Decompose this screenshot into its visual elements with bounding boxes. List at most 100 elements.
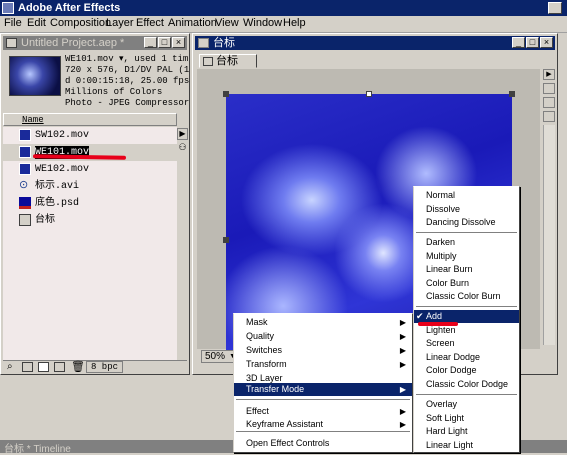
composition-titlebar[interactable]: 台标 _ □ × <box>195 36 555 50</box>
menu-help[interactable]: Help <box>283 17 306 29</box>
composition-icon <box>19 214 31 226</box>
transfer-mode-classic-color-burn[interactable]: Classic Color Burn <box>414 290 519 303</box>
context-menu-label: 3D Layer <box>246 373 283 383</box>
submenu-arrow-icon: ▶ <box>399 318 406 327</box>
app-titlebar: Adobe After Effects <box>0 0 567 16</box>
transfer-mode-label: Classic Color Burn <box>426 291 501 301</box>
new-composition-icon[interactable] <box>38 362 49 372</box>
transfer-mode-label: Normal <box>426 190 456 200</box>
vertical-scrollbar[interactable] <box>543 125 555 345</box>
menu-edit[interactable]: Edit <box>27 17 46 29</box>
transfer-mode-linear-burn[interactable]: Linear Burn <box>414 263 519 276</box>
submenu-arrow-icon: ▶ <box>399 385 406 394</box>
submenu-arrow-icon: ▶ <box>399 346 406 355</box>
context-menu-item-transfer-mode[interactable]: Transfer Mode ▶ <box>234 383 412 396</box>
file-name: 台标 <box>35 215 55 226</box>
layer-handle-tr[interactable] <box>509 91 515 97</box>
interpret-footage-icon[interactable] <box>54 362 65 372</box>
context-menu-label: Keyframe Assistant <box>246 419 324 429</box>
zoom-value: 50% <box>205 351 226 362</box>
composition-tab-label: 台标 <box>216 55 238 67</box>
menu-effect[interactable]: Effect <box>136 17 164 29</box>
transfer-mode-linear-light[interactable]: Linear Light <box>414 439 519 452</box>
menu-animation[interactable]: Animation <box>168 17 217 29</box>
menu-composition[interactable]: Composition <box>50 17 111 29</box>
file-list-item[interactable]: ⊙ 标示.avi <box>3 178 177 195</box>
column-header[interactable]: Name <box>3 113 177 126</box>
layer-handle-tl[interactable] <box>223 91 229 97</box>
transfer-mode-label: Lighten <box>426 324 456 335</box>
minimize-button[interactable] <box>548 2 562 14</box>
annotation-underline-add <box>418 322 458 326</box>
transfer-mode-hard-light[interactable]: Hard Light <box>414 425 519 438</box>
transfer-mode-label: Dancing Dissolve <box>426 217 496 227</box>
viewer-side-toolbar: ▶ <box>543 69 556 349</box>
project-maximize-button[interactable]: □ <box>158 37 171 48</box>
transfer-mode-multiply[interactable]: Multiply <box>414 250 519 263</box>
context-menu-label: Open Effect Controls <box>246 438 330 448</box>
transfer-mode-dissolve[interactable]: Dissolve <box>414 203 519 216</box>
comp-settings-icon[interactable] <box>543 83 555 94</box>
composition-icon <box>198 38 209 48</box>
comp-maximize-button[interactable]: □ <box>526 37 539 48</box>
submenu-arrow-icon: ▶ <box>399 407 406 416</box>
context-menu-item-switches[interactable]: Switches ▶ <box>234 344 412 357</box>
footage-info: WE101.mov ▾, used 1 time 720 x 576, D1/DV… <box>65 54 189 109</box>
layer-handle-left[interactable] <box>223 237 229 243</box>
transfer-mode-label: Soft Light <box>426 412 465 423</box>
transfer-mode-label: Dissolve <box>426 203 461 214</box>
find-icon[interactable]: ⌕ <box>7 361 13 372</box>
menu-view[interactable]: View <box>215 17 239 29</box>
flowchart-view-icon[interactable] <box>543 111 555 122</box>
context-menu-item-quality[interactable]: Quality ▶ <box>234 330 412 343</box>
delete-icon[interactable]: 🗑 <box>71 360 85 373</box>
file-list-item[interactable]: 底色.psd <box>3 195 177 212</box>
transfer-mode-linear-dodge[interactable]: Linear Dodge <box>414 351 519 364</box>
file-name: 标示.avi <box>35 181 80 192</box>
tab-composition[interactable]: 台标 <box>199 54 257 68</box>
footage-info-line: 720 x 576, D1/DV PAL (1.07 <box>65 65 189 75</box>
menu-separator <box>416 306 517 308</box>
comp-close-button[interactable]: × <box>540 37 553 48</box>
transfer-mode-label: Overlay <box>426 399 458 409</box>
transfer-mode-overlay[interactable]: Overlay <box>414 398 519 411</box>
layer-handle-top[interactable] <box>366 91 372 97</box>
transfer-mode-darken[interactable]: Darken <box>414 236 519 249</box>
context-menu-item-open-effect-controls[interactable]: Open Effect Controls <box>234 437 412 450</box>
project-close-button[interactable]: × <box>172 37 185 48</box>
transfer-mode-classic-color-dodge[interactable]: Classic Color Dodge <box>414 378 519 391</box>
context-menu-label: Quality <box>246 331 275 341</box>
menu-layer[interactable]: Layer <box>106 17 134 29</box>
menu-window[interactable]: Window <box>243 17 282 29</box>
flowchart-icon[interactable]: ⚇ <box>177 142 188 154</box>
submenu-arrow-icon: ▶ <box>399 332 406 341</box>
transfer-mode-color-burn[interactable]: Color Burn <box>414 277 519 290</box>
transfer-mode-dancing-dissolve[interactable]: Dancing Dissolve <box>414 216 519 229</box>
project-title: Untitled Project.aep * <box>21 37 125 49</box>
file-list-item[interactable]: 台标 <box>3 212 177 229</box>
movie-icon <box>19 129 31 141</box>
file-name: 底色.psd <box>35 198 80 209</box>
transfer-mode-screen[interactable]: Screen <box>414 337 519 350</box>
context-menu-item-transform[interactable]: Transform ▶ <box>234 358 412 371</box>
file-list-item[interactable]: WE102.mov <box>3 161 177 178</box>
menu-separator <box>236 399 410 401</box>
context-menu-item-keyframe-assistant[interactable]: Keyframe Assistant ▶ <box>234 418 412 431</box>
context-menu-item-effect[interactable]: Effect ▶ <box>234 405 412 418</box>
context-menu-item-mask[interactable]: Mask ▶ <box>234 316 412 329</box>
file-list-item[interactable]: SW102.mov <box>3 127 177 144</box>
transfer-mode-soft-light[interactable]: Soft Light <box>414 412 519 425</box>
transfer-mode-color-dodge[interactable]: Color Dodge <box>414 364 519 377</box>
color-depth-button[interactable]: 8 bpc <box>86 361 124 373</box>
expand-right-icon[interactable]: ▶ <box>543 69 555 80</box>
project-panel-titlebar[interactable]: Untitled Project.aep * _ □ × <box>3 36 187 50</box>
grid-icon[interactable] <box>543 97 555 108</box>
project-minimize-button[interactable]: _ <box>144 37 157 48</box>
new-folder-icon[interactable] <box>22 362 33 372</box>
scroll-right-icon[interactable]: ▶ <box>177 128 188 140</box>
footage-info-line: Photo - JPEG Compressor <box>65 98 189 108</box>
footage-info-line: WE101.mov ▾, used 1 time <box>65 54 189 64</box>
comp-minimize-button[interactable]: _ <box>512 37 525 48</box>
menu-file[interactable]: File <box>4 17 22 29</box>
transfer-mode-normal[interactable]: Normal <box>414 189 519 202</box>
